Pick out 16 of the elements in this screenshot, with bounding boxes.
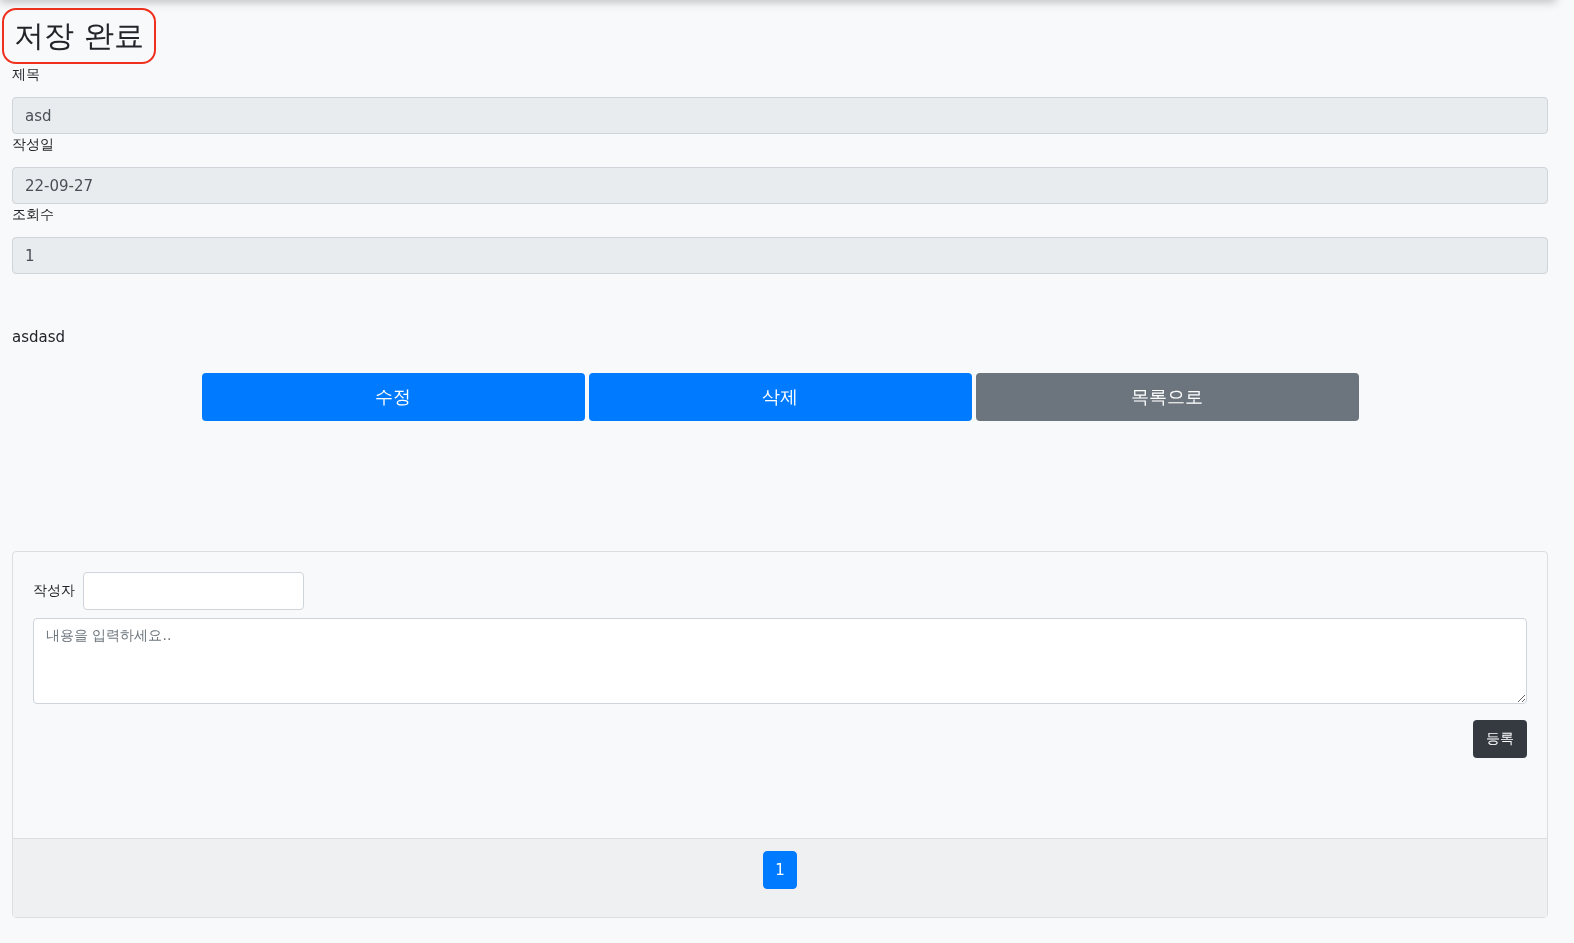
action-button[interactable]: 삭제 [588, 373, 972, 421]
action-button[interactable]: 목록으로 [975, 373, 1359, 421]
readonly-field[interactable]: 1 [12, 237, 1548, 274]
page-title: 저장 완료 [2, 8, 156, 64]
field-label: 작성일 [12, 135, 55, 154]
author-input[interactable] [83, 572, 304, 610]
comment-textarea[interactable]: 내용을 입력하세요.. [33, 618, 1527, 704]
field-label: 조회수 [12, 205, 55, 224]
readonly-field[interactable]: asd [12, 97, 1548, 134]
post-content: asdasd [12, 327, 67, 348]
readonly-field[interactable]: 22-09-27 [12, 167, 1548, 204]
author-label: 작성자 [33, 582, 75, 600]
submit-button[interactable]: 등록 [1473, 720, 1527, 758]
page-button[interactable]: 1 [763, 851, 797, 889]
action-button[interactable]: 수정 [201, 373, 585, 421]
field-label: 제목 [12, 65, 41, 84]
